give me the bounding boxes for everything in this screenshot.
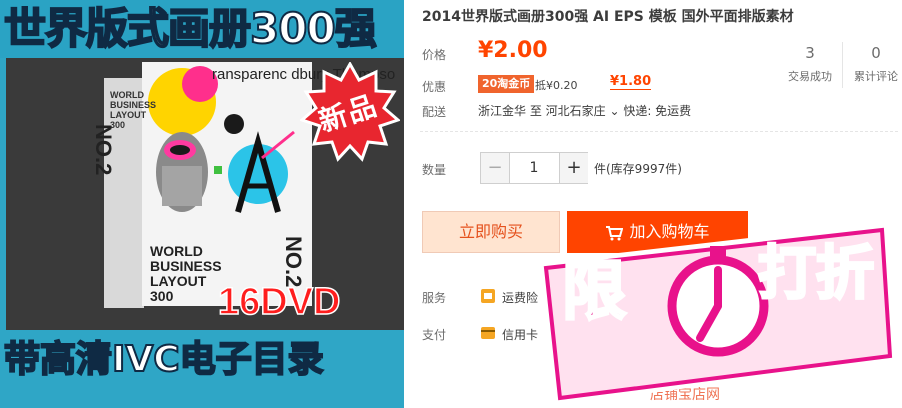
image-top-banner-text: 世界版式画册300强 (3, 3, 378, 54)
ship-label: 配送 (422, 105, 447, 119)
service-label: 服务 (422, 291, 447, 305)
box-side-number: NO.2 (91, 124, 116, 176)
promo-char-limit: 限 (561, 254, 628, 331)
final-price: ¥1.80 (610, 74, 652, 90)
stock-text: 件(库存9997件) (594, 162, 682, 176)
review-stat[interactable]: 0 累计评论 (846, 44, 902, 84)
sales-count: 3 (805, 44, 815, 62)
coin-deduct-text: 抵¥0.20 (535, 79, 578, 92)
box-cover-artwork (148, 66, 295, 213)
qty-decrease-button[interactable]: − (481, 153, 510, 183)
quantity-stepper: − 1 + (480, 152, 588, 184)
ship-info[interactable]: 浙江金华 至 河北石家庄 ⌄ 快递: 免运费 (478, 102, 691, 119)
sales-label: 交易成功 (788, 70, 832, 83)
price-value: ¥2.00 (478, 38, 548, 63)
product-main-image[interactable]: 世界版式画册300强 ransparenc dbury Thompso WORL… (0, 0, 404, 408)
pay-label: 支付 (422, 328, 447, 342)
coin-tag[interactable]: 20淘金币 (478, 75, 535, 93)
service-text[interactable]: 运费险 (502, 289, 538, 306)
pay-text[interactable]: 信用卡 (502, 326, 538, 343)
qty-increase-button[interactable]: + (559, 153, 588, 183)
review-count: 0 (871, 44, 881, 62)
qty-label: 数量 (422, 163, 447, 177)
promo-char-discount: 打折 (756, 238, 875, 309)
qty-input[interactable]: 1 (510, 153, 558, 183)
image-bottom-banner-text: 带高清IVC电子目录 (3, 338, 325, 381)
dvd-count-text: 16DVD (217, 281, 341, 323)
review-label: 累计评论 (854, 70, 898, 83)
section-divider (420, 131, 898, 132)
box-front-number: NO.2 (281, 236, 306, 288)
shipping-insurance-icon (481, 289, 495, 303)
price-label: 价格 (422, 48, 447, 62)
credit-card-icon (481, 327, 495, 339)
stat-divider (842, 42, 843, 88)
promo-label: 优惠 (422, 80, 447, 94)
product-title: 2014世界版式画册300强 AI EPS 模板 国外平面排版素材 (422, 9, 794, 25)
sales-stat[interactable]: 3 交易成功 (780, 44, 840, 84)
